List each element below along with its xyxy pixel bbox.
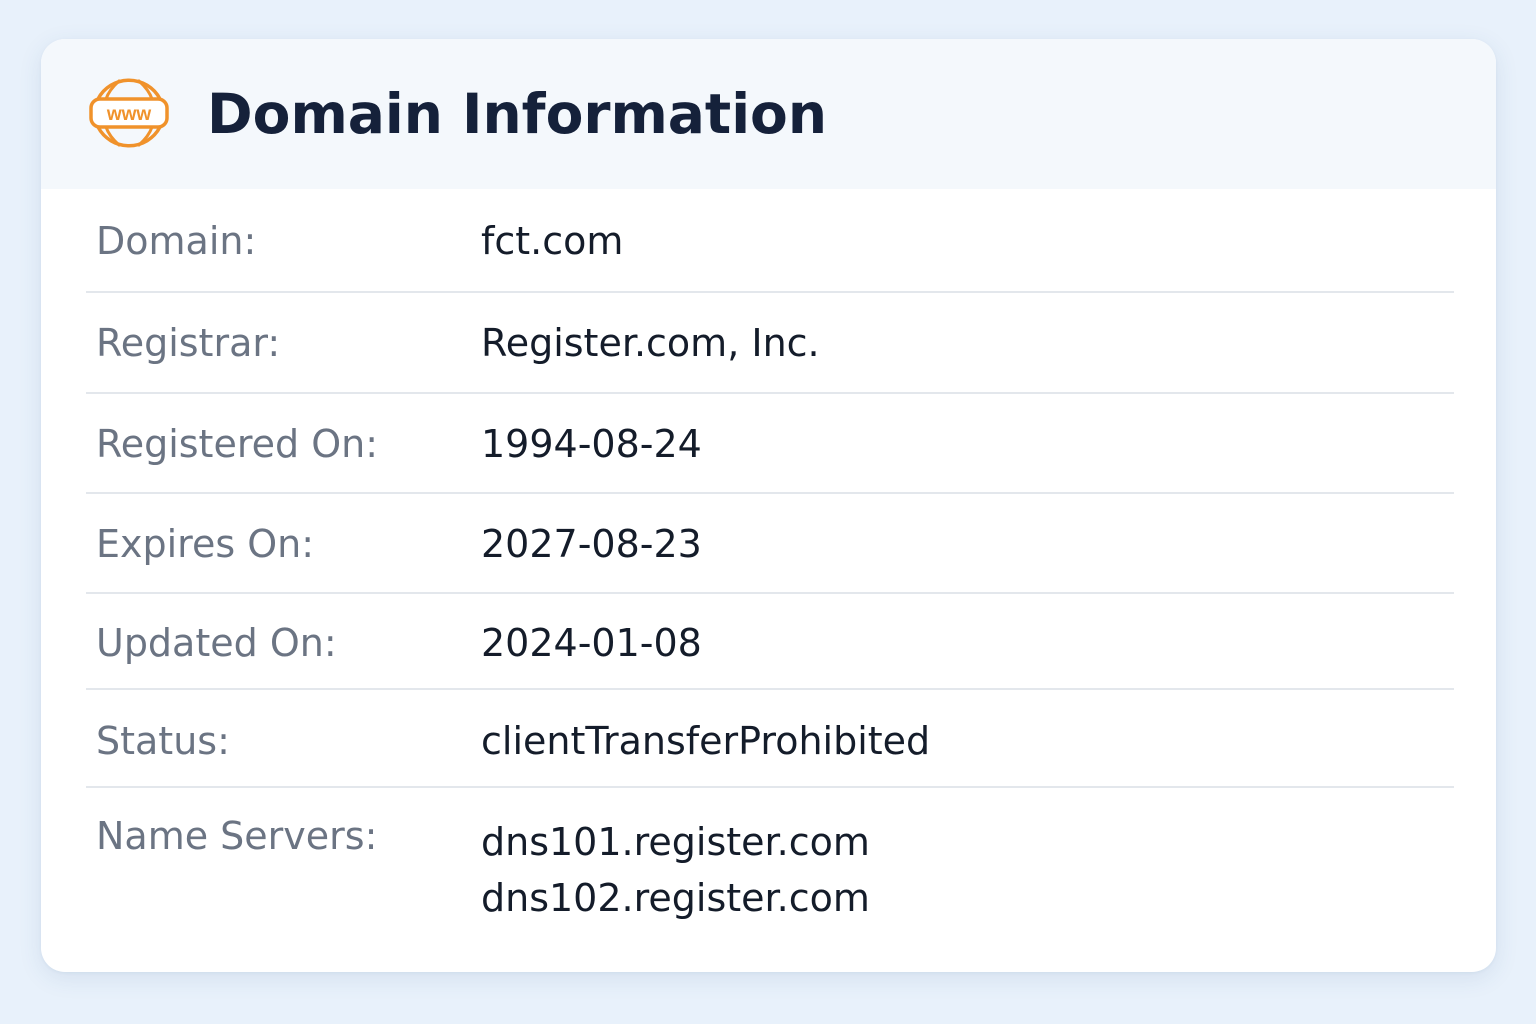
value-updated-on: 2024-01-08 — [481, 621, 702, 665]
card-header: www Domain Information — [41, 39, 1496, 189]
value-domain: fct.com — [481, 219, 624, 263]
row-expires-on: Expires On: 2027-08-23 — [86, 494, 1454, 594]
www-icon-text: www — [106, 104, 152, 125]
label-updated-on: Updated On: — [96, 621, 337, 665]
value-registered-on: 1994-08-24 — [481, 422, 702, 466]
label-registered-on: Registered On: — [96, 422, 378, 466]
row-registered-on: Registered On: 1994-08-24 — [86, 394, 1454, 494]
row-domain: Domain: fct.com — [86, 189, 1454, 293]
www-globe-icon: www — [89, 78, 169, 148]
label-status: Status: — [96, 719, 230, 763]
row-status: Status: clientTransferProhibited — [86, 690, 1454, 788]
row-updated-on: Updated On: 2024-01-08 — [86, 594, 1454, 690]
label-registrar: Registrar: — [96, 321, 281, 365]
name-server-item: dns102.register.com — [481, 876, 870, 920]
row-name-servers: Name Servers: dns101.register.com dns102… — [86, 788, 1454, 968]
value-name-servers: dns101.register.com dns102.register.com — [481, 814, 870, 926]
label-name-servers: Name Servers: — [96, 814, 378, 858]
name-server-item: dns101.register.com — [481, 820, 870, 864]
value-expires-on: 2027-08-23 — [481, 522, 702, 566]
label-expires-on: Expires On: — [96, 522, 315, 566]
domain-details-list: Domain: fct.com Registrar: Register.com,… — [86, 189, 1454, 968]
row-registrar: Registrar: Register.com, Inc. — [86, 293, 1454, 394]
value-status: clientTransferProhibited — [481, 719, 931, 763]
label-domain: Domain: — [96, 219, 257, 263]
page-title: Domain Information — [207, 82, 827, 146]
value-registrar: Register.com, Inc. — [481, 321, 820, 365]
domain-info-card: www Domain Information Domain: fct.com R… — [41, 39, 1496, 972]
